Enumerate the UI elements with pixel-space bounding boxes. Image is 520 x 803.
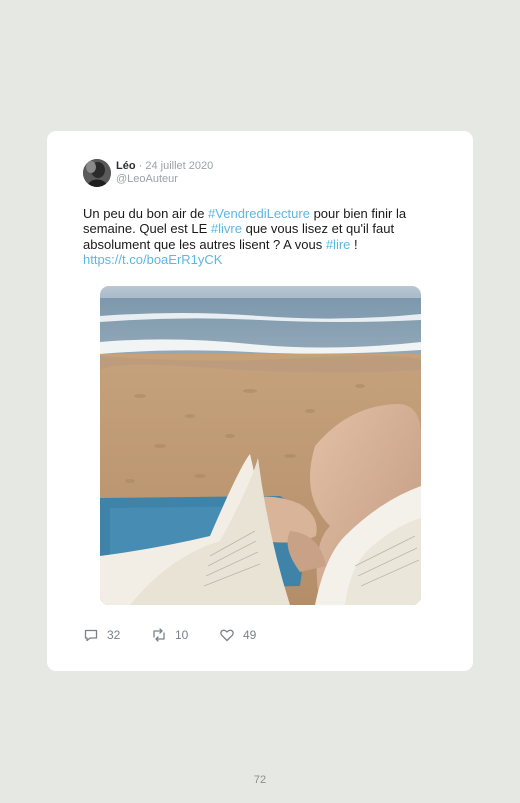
tweet-card: Léo · 24 juillet 2020 @LeoAuteur Un peu … — [47, 131, 473, 671]
avatar[interactable] — [83, 159, 111, 187]
retweet-count: 10 — [175, 628, 189, 642]
heart-icon — [220, 629, 234, 642]
author-name[interactable]: Léo — [116, 160, 136, 172]
author-handle[interactable]: @LeoAuteur — [116, 173, 213, 186]
tweet-header: Léo · 24 juillet 2020 @LeoAuteur — [116, 160, 213, 186]
page-number: 72 — [253, 774, 267, 786]
hashtag-livre[interactable]: #livre — [211, 221, 242, 236]
beach-reading-photo — [100, 286, 421, 605]
tweet-photo[interactable] — [100, 286, 421, 605]
hashtag-vendredilecture[interactable]: #VendrediLecture — [208, 206, 310, 221]
reply-count: 32 — [107, 628, 121, 642]
text-part: Un peu du bon air de — [83, 206, 209, 221]
reply-button[interactable]: 32 — [83, 627, 120, 643]
hashtag-lire[interactable]: #lire — [326, 237, 351, 252]
retweet-icon — [153, 628, 165, 642]
text-part: ! — [350, 236, 358, 252]
tweet-date[interactable]: 24 juillet 2020 — [145, 160, 213, 172]
retweet-button[interactable]: 10 — [151, 627, 188, 643]
like-count: 49 — [243, 628, 257, 642]
tweet-link[interactable]: https://t.co/boaErR1yCK — [83, 252, 222, 267]
separator-dot: · — [138, 160, 143, 172]
reply-icon — [84, 629, 98, 642]
tweet-text: Un peu du bon air de #VendrediLecture po… — [83, 206, 428, 267]
like-button[interactable]: 49 — [219, 627, 256, 643]
